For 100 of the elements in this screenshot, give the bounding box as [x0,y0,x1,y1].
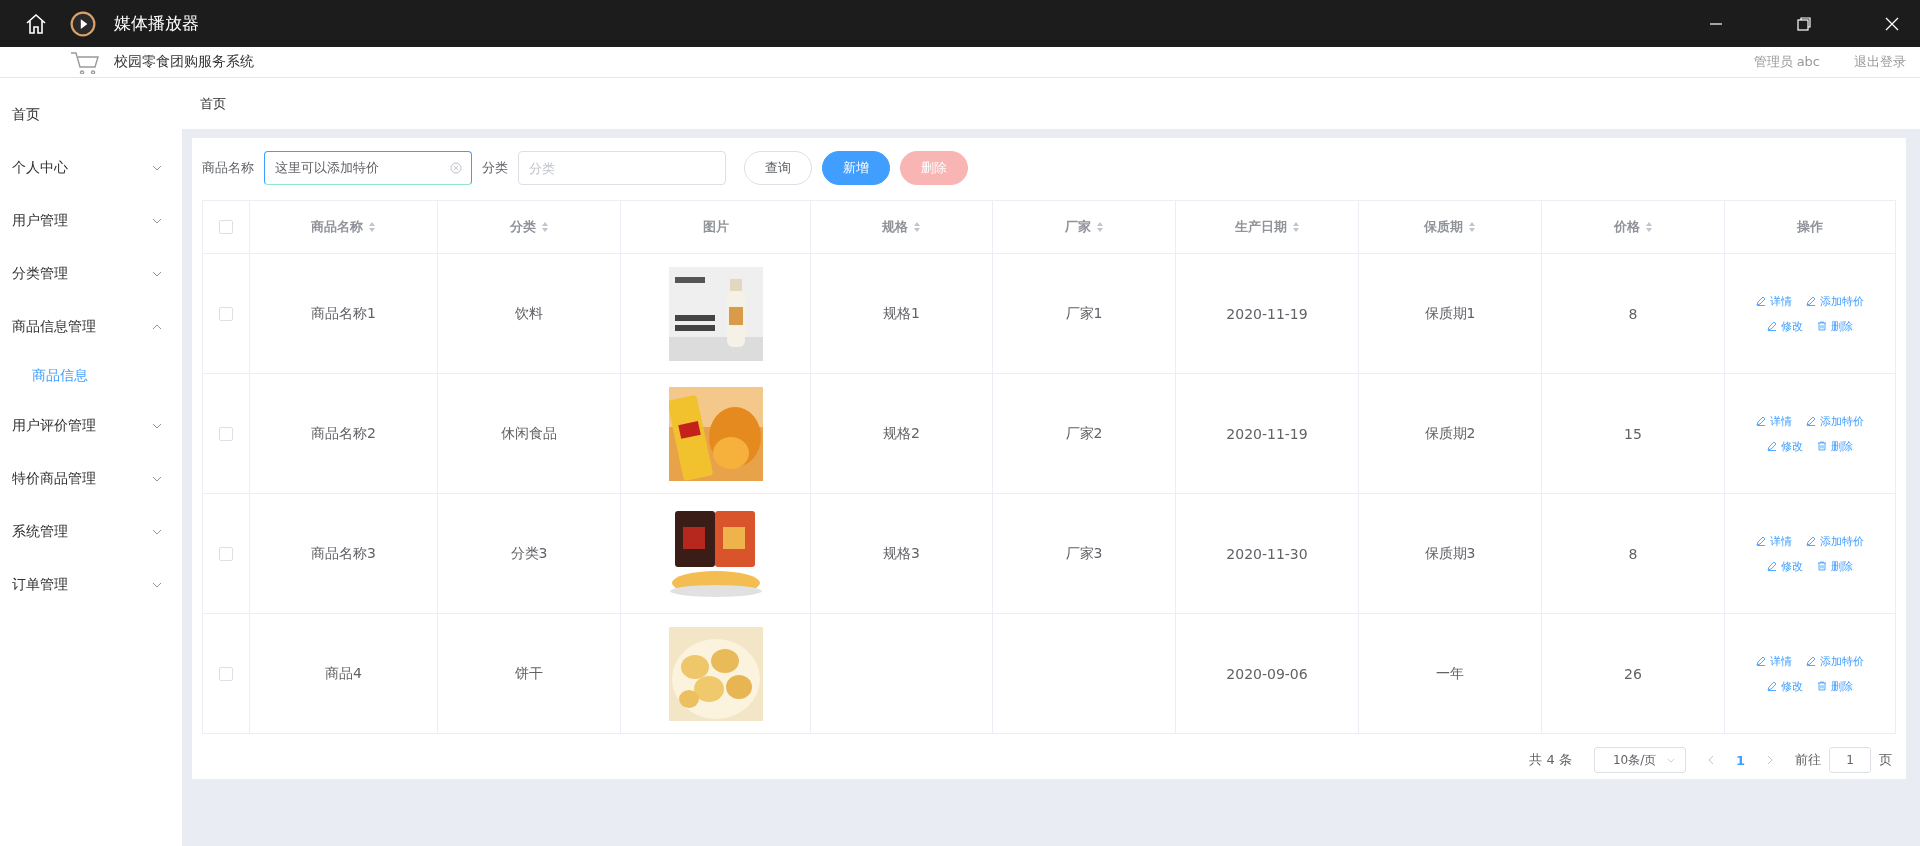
sidebar-subitem[interactable]: 商品信息 [0,353,182,399]
details-link[interactable]: 详情 [1756,293,1792,309]
vendor-cell: 厂家3 [1065,544,1103,563]
app-title: 校园零食团购服务系统 [114,53,254,71]
page-input[interactable]: 1 [1829,747,1871,773]
previous-page-icon[interactable] [1707,755,1714,765]
details-link[interactable]: 详情 [1756,413,1792,429]
checkbox[interactable] [219,306,233,321]
product-name-cell: 商品名称3 [311,544,376,563]
vendor-cell: 厂家2 [1065,424,1103,443]
field-label: 商品名称 [202,159,254,177]
page-suffix: 页 [1879,751,1892,769]
trash-icon [1817,321,1827,331]
sort-icon[interactable] [913,221,921,233]
add-discount-link[interactable]: 添加特价 [1806,653,1864,669]
pencil-icon [1806,656,1816,666]
checkbox[interactable] [219,666,233,681]
product-name-cell: 商品名称2 [311,424,376,443]
logout-link[interactable]: 退出登录 [1854,53,1906,71]
pencil-icon [1756,296,1766,306]
category-search-field[interactable]: 分类 [518,151,726,185]
sort-icon[interactable] [1095,221,1104,233]
details-link[interactable]: 详情 [1756,533,1792,549]
add-discount-link[interactable]: 添加特价 [1806,533,1864,549]
pencil-icon [1767,561,1777,571]
product-name-cell: 商品4 [325,664,362,683]
column-header: 商品名称 [311,218,363,236]
sidebar-item[interactable]: 商品信息管理 [0,300,182,353]
category-cell: 饼干 [515,664,543,683]
column-header: 厂家 [1064,218,1091,236]
column-header: 保质期 [1424,218,1463,236]
pencil-icon [1806,536,1816,546]
sort-icon[interactable] [540,221,549,233]
spec-cell: 规格1 [883,304,920,323]
checkbox[interactable] [219,426,233,441]
restore-icon[interactable] [1796,15,1812,32]
spec-cell: 规格2 [883,424,920,443]
checkbox[interactable] [219,220,233,234]
sort-icon[interactable] [1468,221,1476,233]
chevron-icon [152,581,162,588]
chevron-icon [152,422,162,429]
sidebar-item[interactable]: 订单管理 [0,558,182,611]
date-cell: 2020-09-06 [1226,665,1308,682]
chevron-icon [152,164,162,171]
price-cell: 8 [1628,545,1638,562]
page-size-select[interactable]: 10条/页 [1593,747,1686,773]
trash-icon [1817,561,1827,571]
delete-link[interactable]: 删除 [1817,438,1853,454]
dropdown-caret-icon [1666,757,1675,763]
checkbox[interactable] [219,546,233,561]
sidebar-item[interactable]: 分类管理 [0,247,182,300]
sidebar-item[interactable]: 特价商品管理 [0,452,182,505]
shelf-life-cell: 保质期1 [1424,304,1476,323]
sidebar-item[interactable]: 系统管理 [0,505,182,558]
pencil-icon [1756,656,1766,666]
sort-icon[interactable] [1644,221,1653,233]
sidebar-item[interactable]: 用户评价管理 [0,399,182,452]
trash-icon [1817,441,1827,451]
edit-link[interactable]: 修改 [1767,438,1803,454]
home-icon[interactable] [24,11,48,36]
pencil-icon [1767,681,1777,691]
chevron-icon [152,528,162,535]
edit-link[interactable]: 修改 [1767,558,1803,574]
column-header: 图片 [702,218,729,236]
add-button[interactable]: 新增 [822,151,890,185]
add-discount-link[interactable]: 添加特价 [1806,293,1864,309]
edit-link[interactable]: 修改 [1767,318,1803,334]
date-cell: 2020-11-19 [1226,305,1308,322]
pencil-icon [1767,321,1777,331]
clear-icon[interactable] [450,162,462,174]
edit-link[interactable]: 修改 [1767,678,1803,694]
delete-link[interactable]: 删除 [1817,558,1853,574]
breadcrumb[interactable]: 首页 [200,94,226,113]
name-search-field[interactable]: 这里可以添加特价 [264,151,472,185]
page-number[interactable]: 1 [1735,752,1745,768]
price-cell: 8 [1628,305,1638,322]
pencil-icon [1756,416,1766,426]
chevron-icon [152,270,162,277]
pencil-icon [1756,536,1766,546]
sort-icon[interactable] [368,221,376,233]
chevron-icon [152,475,162,482]
column-header: 分类 [509,218,536,236]
details-link[interactable]: 详情 [1756,653,1792,669]
sidebar-item[interactable]: 个人中心 [0,141,182,194]
delete-link[interactable]: 删除 [1817,678,1853,694]
pencil-icon [1806,416,1816,426]
sort-icon[interactable] [1291,221,1300,233]
user-name: 管理员 abc [1753,53,1820,71]
pencil-icon [1806,296,1816,306]
sidebar-item[interactable]: 首页 [0,88,182,141]
delete-link[interactable]: 删除 [1817,318,1853,334]
vendor-cell: 厂家1 [1065,304,1103,323]
add-discount-link[interactable]: 添加特价 [1806,413,1864,429]
column-header: 生产日期 [1234,218,1287,236]
query-button[interactable]: 查询 [744,151,812,185]
trash-icon [1817,681,1827,691]
next-page-icon[interactable] [1767,755,1773,765]
sidebar-item[interactable]: 用户管理 [0,194,182,247]
spec-cell: 规格3 [883,544,920,563]
close-icon[interactable] [1884,15,1900,32]
